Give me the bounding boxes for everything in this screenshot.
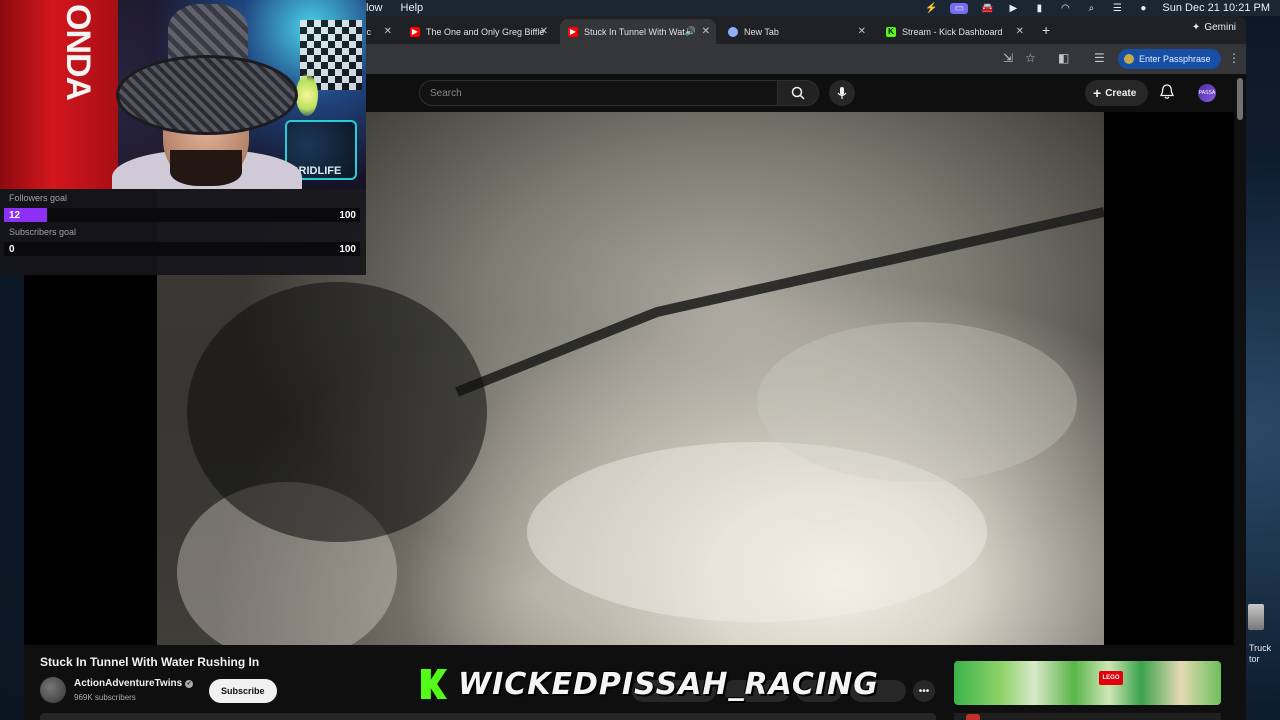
recommended-video-title[interactable] — [954, 713, 1221, 720]
streamer-beard-image — [170, 150, 242, 186]
voice-search-button[interactable] — [829, 80, 855, 106]
car-icon[interactable]: 🚘 — [980, 3, 994, 14]
channel-link[interactable]: ActionAdventureTwins ✓ — [74, 678, 194, 689]
gemini-label: Gemini — [1204, 22, 1236, 33]
kick-icon: K — [886, 26, 896, 37]
menu-kebab-icon[interactable]: ⋮ — [1228, 51, 1240, 65]
verified-check-icon: ✓ — [185, 679, 194, 688]
account-avatar[interactable]: PASSA — [1198, 84, 1216, 102]
youtube-icon: ▶ — [410, 26, 420, 37]
lego-logo-icon: LEGO — [1099, 671, 1123, 685]
tab-3[interactable]: New Tab ✕ — [720, 19, 872, 44]
recommended-video-thumbnail[interactable]: LEGO — [954, 661, 1221, 705]
stream-deck-icon[interactable]: ⚡ — [924, 3, 938, 14]
speaker-icon[interactable]: 🔊 — [685, 26, 696, 37]
scrollbar-thumb[interactable] — [1237, 78, 1243, 120]
subscribers-goal-label: Subscribers goal — [9, 227, 77, 237]
subscribers-goal-bar: 0 100 — [4, 242, 360, 256]
notifications-bell-icon[interactable] — [1159, 83, 1175, 101]
search-input[interactable]: Search — [419, 80, 777, 106]
chrome-icon — [728, 26, 738, 37]
description-box[interactable] — [40, 713, 936, 720]
video-title: Stuck In Tunnel With Water Rushing In — [40, 655, 260, 669]
search-icon — [791, 86, 805, 100]
sparkle-icon: ✦ — [1191, 22, 1201, 33]
desktop-file-icon[interactable] — [1248, 604, 1264, 630]
channel-badge-icon — [966, 714, 980, 720]
create-button[interactable]: + Create — [1085, 80, 1149, 106]
page-scrollbar[interactable] — [1234, 74, 1246, 720]
desktop-icon-label[interactable]: Truck tor — [1249, 643, 1271, 665]
stream-goals-panel: Followers goal 12 100 Subscribers goal 0… — [0, 189, 366, 275]
tab-title: Stream - Kick Dashboard — [902, 26, 1003, 37]
control-center-icon[interactable]: ☰ — [1110, 3, 1124, 14]
close-icon[interactable]: ✕ — [702, 26, 710, 37]
banner-text: ONDA — [59, 4, 97, 101]
profile-icon — [1124, 54, 1134, 64]
app-menus: low Help — [366, 2, 423, 14]
more-dots-icon: ••• — [918, 685, 930, 697]
spotlight-search-icon[interactable]: ⌕ — [1084, 3, 1098, 14]
followers-goal-target: 100 — [339, 210, 356, 221]
webcam-overlay: ONDA GRIDLIFE — [0, 0, 366, 189]
plus-icon: + — [1093, 85, 1102, 101]
close-icon[interactable]: ✕ — [540, 26, 548, 37]
more-actions-button[interactable]: ••• — [913, 680, 935, 702]
close-icon[interactable]: ✕ — [384, 26, 392, 37]
wifi-icon[interactable]: ◠ — [1058, 3, 1072, 14]
subscribers-goal-current: 0 — [9, 244, 15, 255]
screen-mirror-icon[interactable]: ▭ — [950, 2, 969, 14]
bookmark-star-icon[interactable]: ☆ — [1025, 51, 1036, 65]
tab-title: New Tab — [744, 26, 779, 37]
status-icons: ⚡ ▭ 🚘 ▶ ▮ ◠ ⌕ ☰ ● Sun Dec 21 10:21 PM — [924, 2, 1270, 14]
close-icon[interactable]: ✕ — [1016, 26, 1024, 37]
followers-goal-label: Followers goal — [9, 193, 68, 203]
menu-help[interactable]: Help — [401, 2, 424, 14]
side-panel-icon[interactable]: ◧ — [1058, 51, 1069, 65]
enter-passphrase-button[interactable]: Enter Passphrase — [1118, 49, 1221, 69]
youtube-icon: ▶ — [568, 26, 578, 37]
play-icon[interactable]: ▶ — [1006, 3, 1020, 14]
create-label: Create — [1105, 87, 1137, 99]
channel-name: ActionAdventureTwins — [74, 678, 183, 689]
channel-avatar[interactable] — [40, 677, 66, 703]
hat-brim-image — [116, 55, 298, 135]
user-icon[interactable]: ● — [1136, 3, 1150, 14]
gemini-button[interactable]: ✦ Gemini — [1192, 22, 1236, 33]
microphone-icon — [837, 87, 847, 99]
subscribe-button[interactable]: Subscribe — [209, 679, 277, 703]
followers-goal-current: 12 — [9, 210, 21, 221]
search-button[interactable] — [777, 80, 819, 106]
tab-title: The One and Only Greg Biffle — [426, 26, 545, 37]
subscriber-count: 969K subscribers — [74, 693, 136, 702]
lamp-image — [296, 74, 318, 116]
subscribers-goal-target: 100 — [339, 244, 356, 255]
cast-icon[interactable]: ☰ — [1094, 51, 1105, 65]
menu-window[interactable]: low — [366, 2, 383, 14]
passphrase-label: Enter Passphrase — [1139, 54, 1211, 64]
install-app-icon[interactable]: ⇲ — [1003, 51, 1013, 65]
clock[interactable]: Sun Dec 21 10:21 PM — [1162, 2, 1270, 14]
close-icon[interactable]: ✕ — [858, 26, 866, 37]
tab-1[interactable]: ▶ The One and Only Greg Biffle ✕ — [402, 19, 554, 44]
channel-banner-text: WICKEDPISSAH_RACING — [458, 667, 879, 702]
followers-goal-bar: 12 100 — [4, 208, 360, 222]
tab-2-active[interactable]: ▶ Stuck In Tunnel With Wat 🔊 ✕ — [560, 19, 716, 44]
battery-icon[interactable]: ▮ — [1032, 3, 1046, 14]
tab-4[interactable]: K Stream - Kick Dashboard ✕ — [878, 19, 1030, 44]
new-tab-icon[interactable]: + — [1042, 22, 1050, 38]
